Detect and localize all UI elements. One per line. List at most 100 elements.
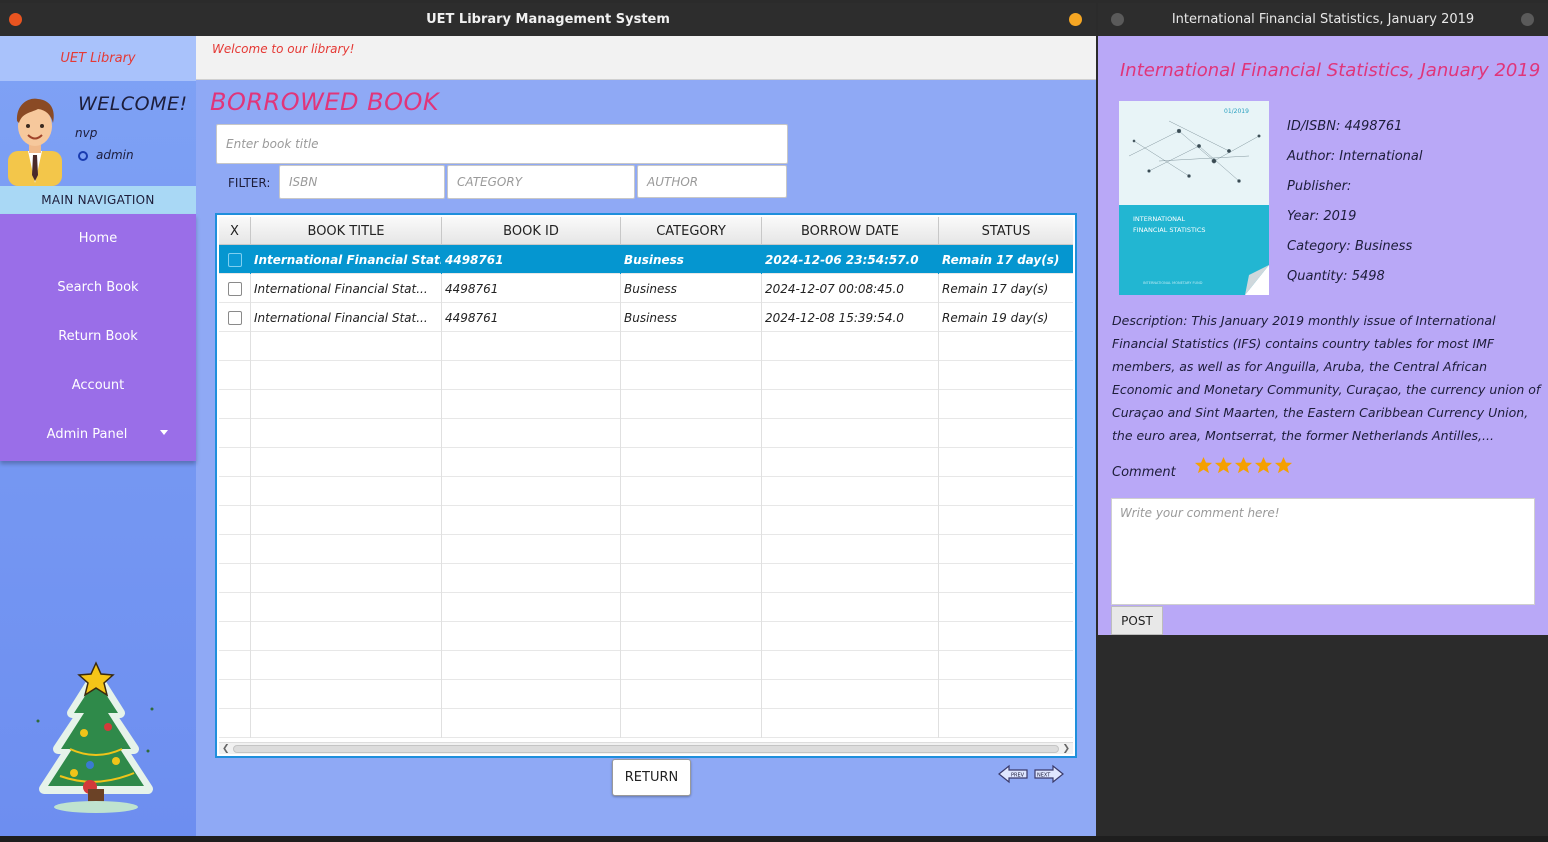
minimize-window-button[interactable] (1069, 13, 1082, 26)
cell-status (939, 535, 1073, 564)
minimize-window-button[interactable] (1521, 13, 1534, 26)
cell-select (219, 506, 251, 535)
column-header-status[interactable]: STATUS (939, 217, 1073, 245)
cell-book-id (442, 506, 621, 535)
cell-status (939, 419, 1073, 448)
cell-select (219, 419, 251, 448)
star-icon[interactable] (1234, 456, 1253, 475)
table-row[interactable] (219, 419, 1073, 448)
nav-heading: MAIN NAVIGATION (0, 186, 196, 214)
main-window: UET Library Management System UET Librar… (0, 3, 1096, 836)
filter-label: FILTER: (228, 176, 271, 190)
cell-borrow-date (762, 709, 939, 738)
main-navigation: Home Search Book Return Book Account Adm… (0, 214, 196, 461)
table-row[interactable] (219, 506, 1073, 535)
star-icon[interactable] (1254, 456, 1273, 475)
prev-page-icon[interactable]: PREV (997, 764, 1029, 784)
star-icon[interactable] (1194, 456, 1213, 475)
table-row[interactable]: International Financial Stat... 4498761 Bu… (219, 274, 1073, 303)
cell-borrow-date (762, 622, 939, 651)
table-row[interactable] (219, 593, 1073, 622)
detail-titlebar[interactable]: International Financial Statistics, Janu… (1098, 3, 1548, 36)
cell-status (939, 564, 1073, 593)
comment-textarea[interactable]: Write your comment here! (1111, 498, 1535, 605)
nav-item-account[interactable]: Account (0, 361, 196, 410)
cell-title: International Financial Stat... (251, 303, 442, 332)
rating-stars[interactable] (1194, 456, 1293, 475)
table-row[interactable] (219, 332, 1073, 361)
table-row[interactable] (219, 651, 1073, 680)
column-header-title[interactable]: BOOK TITLE (251, 217, 442, 245)
cell-book-id: 4498761 (442, 245, 621, 274)
table-row[interactable]: International Financial Stat... 4498761 Bu… (219, 245, 1073, 274)
cell-status (939, 593, 1073, 622)
username: nvp (75, 126, 98, 140)
cell-title (251, 564, 442, 593)
cell-status (939, 680, 1073, 709)
cell-category (621, 448, 762, 477)
cell-category (621, 564, 762, 593)
table-row[interactable] (219, 477, 1073, 506)
horizontal-scrollbar[interactable]: ❮ ❯ (219, 742, 1073, 754)
scroll-right-icon[interactable]: ❯ (1062, 744, 1070, 754)
table-row[interactable] (219, 448, 1073, 477)
post-comment-button[interactable]: POST (1111, 606, 1163, 635)
cell-title (251, 477, 442, 506)
cell-borrow-date (762, 593, 939, 622)
cell-select (219, 361, 251, 390)
table-row[interactable] (219, 680, 1073, 709)
next-page-icon[interactable]: NEXT (1033, 764, 1065, 784)
book-title-search-input[interactable]: Enter book title (216, 124, 788, 164)
cell-book-id (442, 477, 621, 506)
star-icon[interactable] (1274, 456, 1293, 475)
cell-category (621, 622, 762, 651)
column-header-borrow-date[interactable]: BORROW DATE (762, 217, 939, 245)
cell-title (251, 390, 442, 419)
close-window-button[interactable] (9, 13, 22, 26)
cell-borrow-date: 2024-12-06 23:54:57.0 (762, 245, 939, 274)
isbn-filter-input[interactable]: ISBN (279, 165, 445, 199)
column-header-category[interactable]: CATEGORY (621, 217, 762, 245)
cell-borrow-date (762, 680, 939, 709)
cell-status (939, 361, 1073, 390)
table-row[interactable] (219, 622, 1073, 651)
user-card: WELCOME! nvp admin (0, 81, 196, 186)
table-row[interactable] (219, 535, 1073, 564)
star-icon[interactable] (1214, 456, 1233, 475)
book-isbn: ID/ISBN: 4498761 (1287, 119, 1403, 134)
book-category: Category: Business (1287, 239, 1413, 254)
cover-publisher: INTERNATIONAL MONETARY FUND (1143, 281, 1203, 285)
table-row[interactable] (219, 361, 1073, 390)
nav-item-search-book[interactable]: Search Book (0, 263, 196, 312)
cell-borrow-date (762, 535, 939, 564)
column-header-select[interactable]: X (219, 217, 251, 245)
row-checkbox[interactable] (227, 310, 242, 325)
book-cover-image: 01/2019 INTERNATIONAL FINANCIAL STATISTI… (1119, 101, 1269, 295)
return-button[interactable]: RETURN (612, 759, 691, 796)
nav-item-admin-panel[interactable]: Admin Panel (0, 410, 196, 459)
cell-select (219, 680, 251, 709)
scroll-left-icon[interactable]: ❮ (222, 744, 230, 754)
row-checkbox[interactable] (227, 252, 242, 267)
table-row[interactable]: International Financial Stat... 4498761 Bu… (219, 303, 1073, 332)
category-filter-input[interactable]: CATEGORY (447, 165, 635, 199)
cell-select (219, 477, 251, 506)
scrollbar-thumb[interactable] (233, 745, 1059, 753)
cell-category (621, 332, 762, 361)
author-filter-input[interactable]: AUTHOR (637, 165, 787, 198)
main-titlebar[interactable]: UET Library Management System (0, 3, 1096, 36)
cell-book-id: 4498761 (442, 274, 621, 303)
table-row[interactable] (219, 709, 1073, 738)
table-row[interactable] (219, 564, 1073, 593)
nav-item-home[interactable]: Home (0, 214, 196, 263)
table-row[interactable] (219, 390, 1073, 419)
cell-status: Remain 17 day(s) (942, 281, 1049, 296)
row-checkbox[interactable] (227, 281, 242, 296)
nav-item-return-book[interactable]: Return Book (0, 312, 196, 361)
column-header-book-id[interactable]: BOOK ID (442, 217, 621, 245)
close-window-button[interactable] (1111, 13, 1124, 26)
book-title-heading: International Financial Statistics, Janu… (1120, 60, 1541, 81)
cell-title (251, 419, 442, 448)
cell-title (251, 506, 442, 535)
dropdown-caret-icon (160, 430, 168, 435)
